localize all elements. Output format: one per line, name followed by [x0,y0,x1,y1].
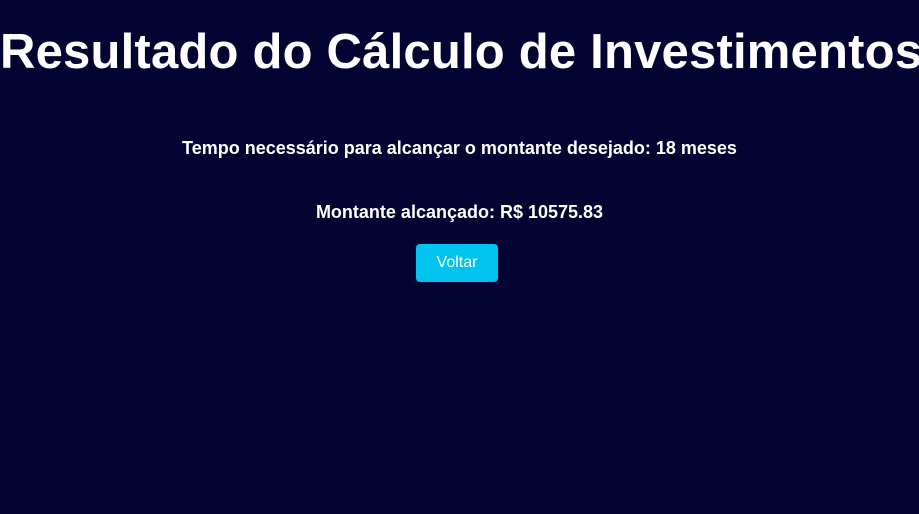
result-page: Resultado do Cálculo de Investimentos Te… [0,0,919,514]
time-required-text: Tempo necessário para alcançar o montant… [182,138,737,158]
amount-reached-text: Montante alcançado: R$ 10575.83 [315,202,604,222]
page-title: Resultado do Cálculo de Investimentos [0,25,919,79]
back-button[interactable]: Voltar [416,244,498,282]
